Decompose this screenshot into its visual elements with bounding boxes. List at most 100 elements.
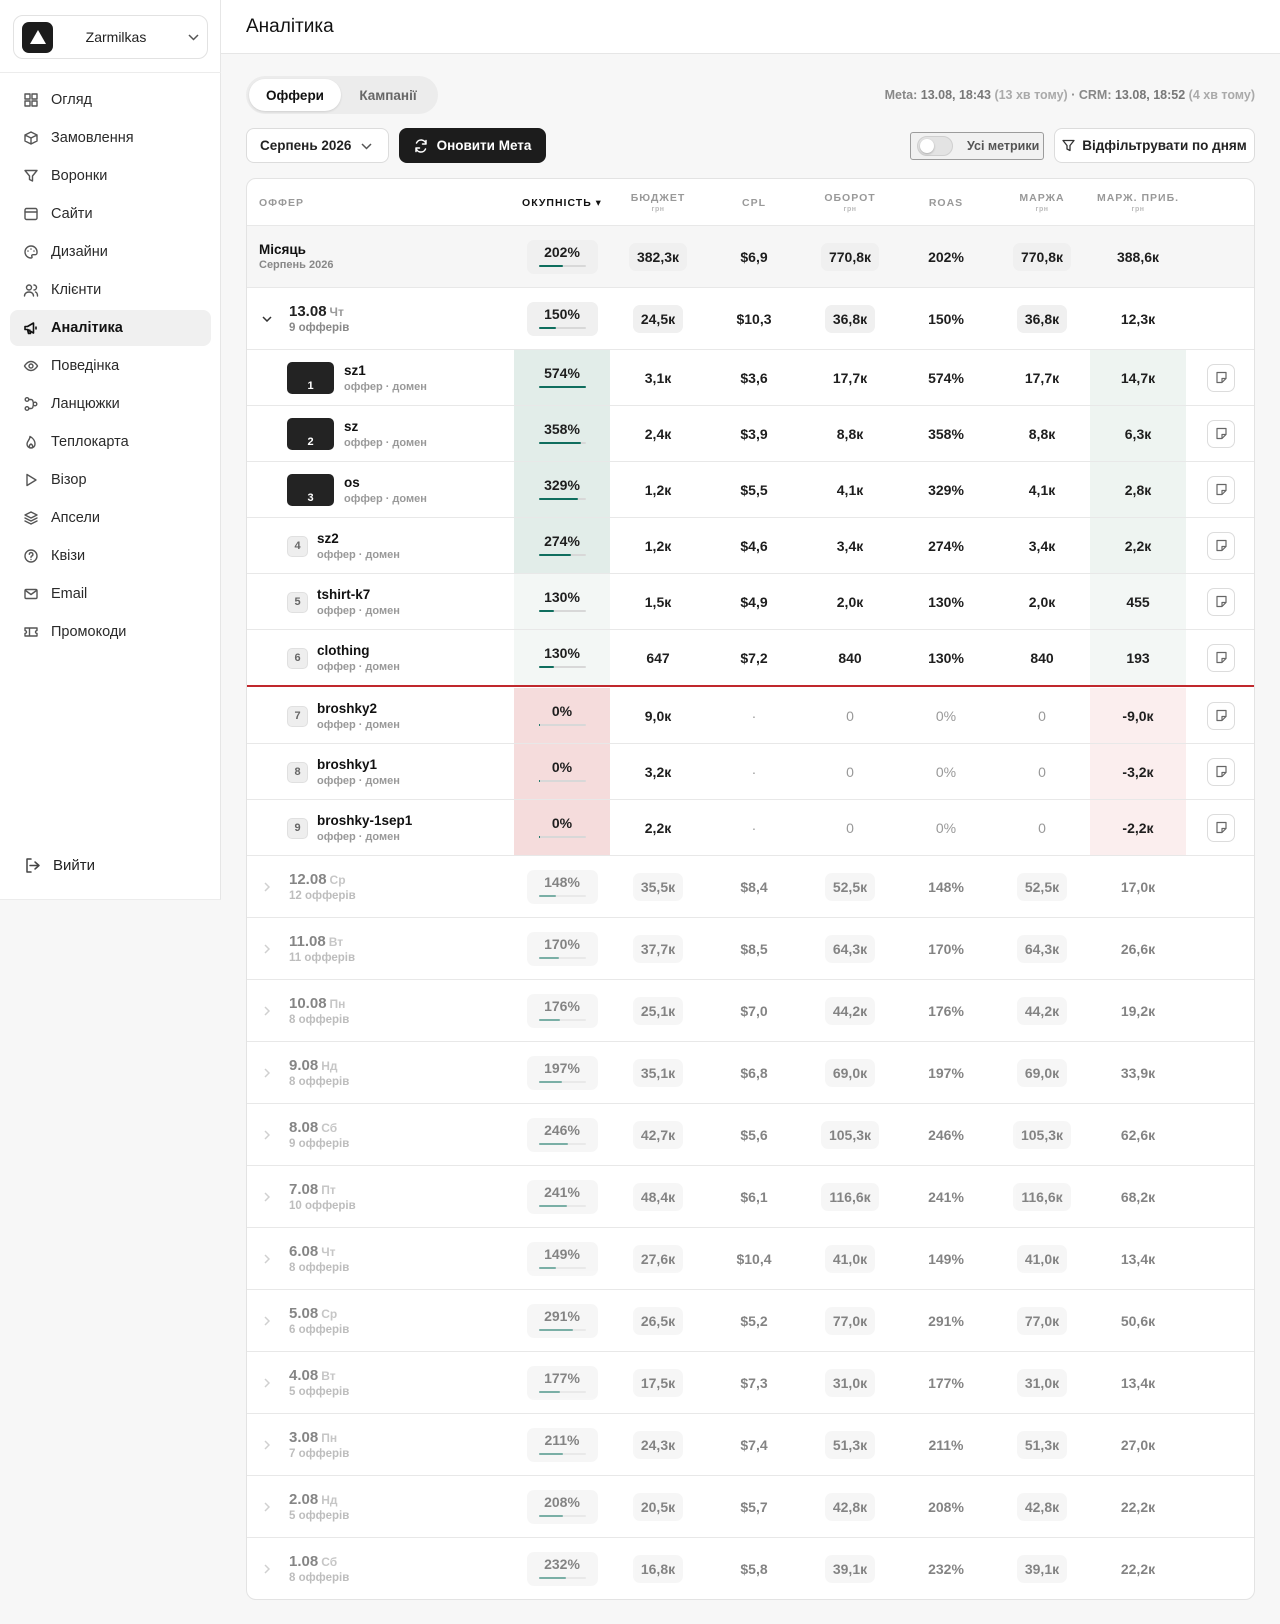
chevron-down-icon [179, 30, 207, 44]
day-row[interactable]: 7.08 Пт 10 офферів 241% 48,4к $6,1 116,6к 241% 1… [247, 1166, 1254, 1228]
offer-name[interactable]: clothing [317, 643, 400, 658]
day-date: 2.08 Нд [289, 1491, 338, 1508]
chevron-right-icon[interactable] [253, 1476, 281, 1537]
day-row[interactable]: 10.08 Пн 8 офферів 176% 25,1к $7,0 44,2к 176% 44… [247, 980, 1254, 1042]
month-subtitle: Серпень 2026 [259, 259, 334, 271]
offer-name[interactable]: tshirt-k7 [317, 587, 400, 602]
offer-note-button[interactable] [1207, 643, 1235, 672]
offer-name[interactable]: sz1 [344, 363, 427, 378]
sidebar-item-6[interactable]: Аналітика [10, 310, 211, 346]
roi-progress-bar [538, 609, 586, 612]
chevron-right-icon[interactable] [253, 1414, 281, 1475]
cpl-cell: $6,8 [740, 1064, 768, 1081]
day-row[interactable]: 8.08 Сб 9 офферів 246% 42,7к $5,6 105,3к 246% 10… [247, 1104, 1254, 1166]
sidebar-item-5[interactable]: Клієнти [10, 272, 211, 308]
sidebar-item-label: Клієнти [51, 282, 102, 298]
offer-name[interactable]: sz2 [317, 531, 400, 546]
column-header-roi[interactable]: ОКУПНІСТЬ ▾ [514, 179, 610, 226]
sidebar-item-1[interactable]: Замовлення [10, 120, 211, 156]
roi-value: 208% [544, 1493, 580, 1510]
sidebar-item-13[interactable]: Email [10, 576, 211, 612]
chevron-right-icon[interactable] [253, 1290, 281, 1351]
sidebar-item-10[interactable]: Візор [10, 462, 211, 498]
day-row[interactable]: 6.08 Чт 8 офферів 149% 27,6к $10,4 41,0к 149% 41… [247, 1228, 1254, 1290]
action-cell[interactable] [1186, 800, 1254, 855]
day-row-expanded[interactable]: 13.08 Чт 9 офферів 150% 24,5к $10,3 36,8к 150% 3… [247, 288, 1254, 350]
profit-cell: 2,2к [1090, 518, 1186, 573]
chevron-right-icon[interactable] [253, 1166, 281, 1227]
day-row[interactable]: 4.08 Вт 5 офферів 177% 17,5к $7,3 31,0к 177% 31,… [247, 1352, 1254, 1414]
action-cell[interactable] [1186, 744, 1254, 799]
offer-note-button[interactable] [1207, 419, 1235, 448]
tab-campaigns[interactable]: Кампанії [341, 79, 435, 111]
day-row[interactable]: 5.08 Ср 6 офферів 291% 26,5к $5,2 77,0к 291% 77,… [247, 1290, 1254, 1352]
chevron-right-icon[interactable] [253, 1228, 281, 1289]
month-title: Місяць [259, 242, 306, 257]
offer-note-button[interactable] [1207, 701, 1235, 730]
action-cell[interactable] [1186, 574, 1254, 629]
day-row[interactable]: 2.08 Нд 5 офферів 208% 20,5к $5,7 42,8к 208% 42,… [247, 1476, 1254, 1538]
sidebar-item-14[interactable]: Промокоди [10, 614, 211, 650]
day-row[interactable]: 11.08 Вт 11 офферів 170% 37,7к $8,5 64,3к 170% 6… [247, 918, 1254, 980]
sidebar-item-7[interactable]: Поведінка [10, 348, 211, 384]
chevron-down-icon[interactable] [253, 288, 281, 349]
note-icon [1215, 651, 1227, 664]
day-date: 10.08 Пн [289, 995, 346, 1012]
cpl-cell: $3,6 [740, 369, 768, 386]
month-select[interactable]: Серпень 2026 [246, 128, 389, 163]
action-cell[interactable] [1186, 518, 1254, 573]
roas-cell: 291% [928, 1312, 964, 1329]
offer-note-button[interactable] [1207, 757, 1235, 786]
action-cell[interactable] [1186, 688, 1254, 743]
offer-label: 1 sz1 оффер · домен [287, 350, 427, 406]
offer-note-button[interactable] [1207, 587, 1235, 616]
offer-name[interactable]: broshky-1sep1 [317, 813, 412, 828]
sidebar-item-8[interactable]: Ланцюжки [10, 386, 211, 422]
chevron-right-icon[interactable] [253, 1352, 281, 1413]
chevron-right-icon[interactable] [253, 1104, 281, 1165]
sidebar-item-4[interactable]: Дизайни [10, 234, 211, 270]
offer-name[interactable]: os [344, 475, 427, 490]
sidebar-item-12[interactable]: Квізи [10, 538, 211, 574]
day-row[interactable]: 12.08 Ср 12 офферів 148% 35,5к $8,4 52,5к 148% 5… [247, 856, 1254, 918]
day-date: 5.08 Ср [289, 1305, 338, 1322]
budget-cell: 3,2к [644, 763, 672, 780]
sidebar-item-0[interactable]: Огляд [10, 82, 211, 118]
sidebar-item-11[interactable]: Апсели [10, 500, 211, 536]
users-icon [23, 282, 39, 298]
roi-cell: 130% [514, 574, 610, 629]
workspace-switcher[interactable]: Zarmilkas [13, 15, 208, 59]
offer-name[interactable]: broshky2 [317, 701, 400, 716]
action-cell[interactable] [1186, 350, 1254, 405]
action-cell[interactable] [1186, 462, 1254, 517]
action-cell[interactable] [1186, 406, 1254, 461]
offer-note-button[interactable] [1207, 475, 1235, 504]
chevron-right-icon[interactable] [253, 856, 281, 917]
tab-offers[interactable]: Оффери [249, 79, 341, 111]
sidebar-item-9[interactable]: Теплокарта [10, 424, 211, 460]
toggle-switch[interactable] [917, 136, 953, 156]
all-metrics-toggle[interactable]: Усі метрики [910, 132, 1044, 160]
action-cell[interactable] [1186, 630, 1254, 685]
offer-note-button[interactable] [1207, 531, 1235, 560]
filter-by-days-button[interactable]: Відфільтрувати по дням [1054, 128, 1255, 163]
logout-button[interactable]: Вийти [24, 857, 95, 874]
day-row[interactable]: 1.08 Сб 8 офферів 232% 16,8к $5,8 39,1к 232% 39,… [247, 1538, 1254, 1599]
day-row[interactable]: 9.08 Нд 8 офферів 197% 35,1к $6,8 69,0к 197% 69,… [247, 1042, 1254, 1104]
break-even-divider [247, 685, 1254, 687]
refresh-meta-button[interactable]: Оновити Мета [399, 128, 546, 163]
offer-name[interactable]: broshky1 [317, 757, 400, 772]
offer-row: 2 sz оффер · домен 358% 2,4к $3,9 8,8к 358% 8,8к… [247, 406, 1254, 462]
sidebar-item-2[interactable]: Воронки [10, 158, 211, 194]
offer-note-button[interactable] [1207, 813, 1235, 842]
day-row[interactable]: 3.08 Пн 7 офферів 211% 24,3к $7,4 51,3к 211% 51,… [247, 1414, 1254, 1476]
roi-cell: 241% [514, 1166, 610, 1227]
chevron-right-icon[interactable] [253, 1042, 281, 1103]
sidebar-item-3[interactable]: Сайти [10, 196, 211, 232]
offer-subtitle: оффер · домен [317, 605, 400, 617]
chevron-right-icon[interactable] [253, 918, 281, 979]
offer-note-button[interactable] [1207, 363, 1235, 392]
chevron-right-icon[interactable] [253, 980, 281, 1041]
offer-name[interactable]: sz [344, 419, 427, 434]
chevron-right-icon[interactable] [253, 1538, 281, 1599]
